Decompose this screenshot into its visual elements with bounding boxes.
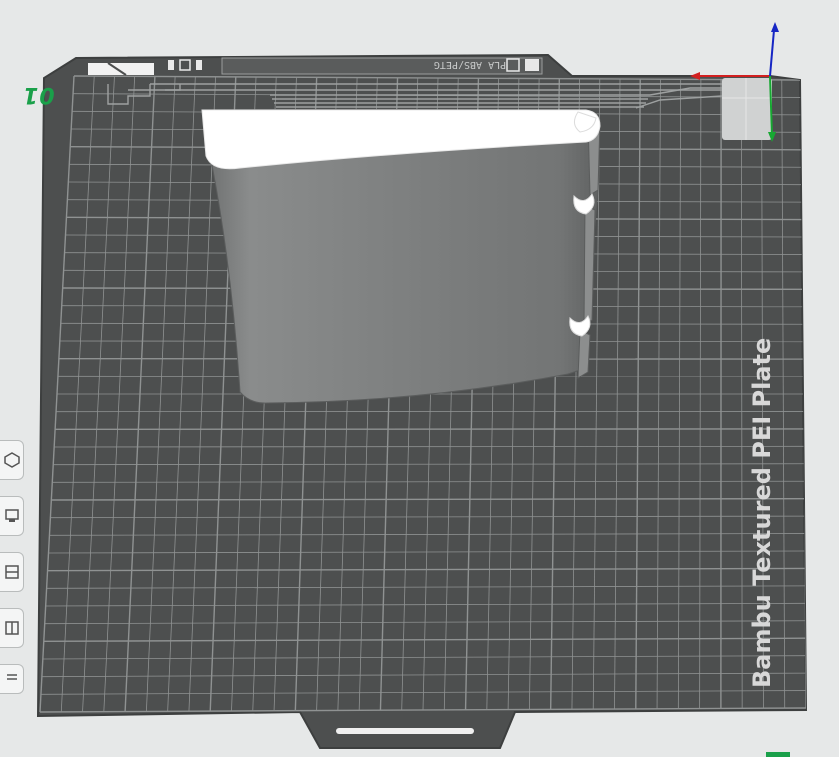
arrange-icon — [4, 509, 19, 522]
orient-icon — [3, 452, 20, 468]
plate-label: Bambu Textured PEI Plate — [748, 338, 776, 688]
curved-cover-model[interactable] — [201, 108, 601, 404]
more-button[interactable] — [0, 664, 24, 694]
side-toolbar — [0, 440, 26, 710]
split-icon — [4, 621, 19, 635]
3d-viewport[interactable]: PLA ABS/PETG Bambu Textured PEI Plate 01 — [0, 0, 839, 757]
more-icon — [6, 674, 17, 680]
split-button[interactable] — [0, 608, 24, 648]
corner-marker — [766, 752, 790, 757]
plate-handle — [336, 728, 474, 734]
plate-number[interactable]: 01 — [22, 82, 55, 107]
z-axis-line — [769, 29, 775, 77]
z-axis-arrow-icon — [771, 22, 779, 32]
arrange-button[interactable] — [0, 496, 24, 536]
layout-icon — [4, 565, 19, 579]
build-scene[interactable]: PLA ABS/PETG Bambu Textured PEI Plate — [0, 0, 839, 757]
plate-top-strip-text: PLA ABS/PETG — [434, 59, 506, 70]
orient-button[interactable] — [0, 440, 24, 480]
layout-button[interactable] — [0, 552, 24, 592]
